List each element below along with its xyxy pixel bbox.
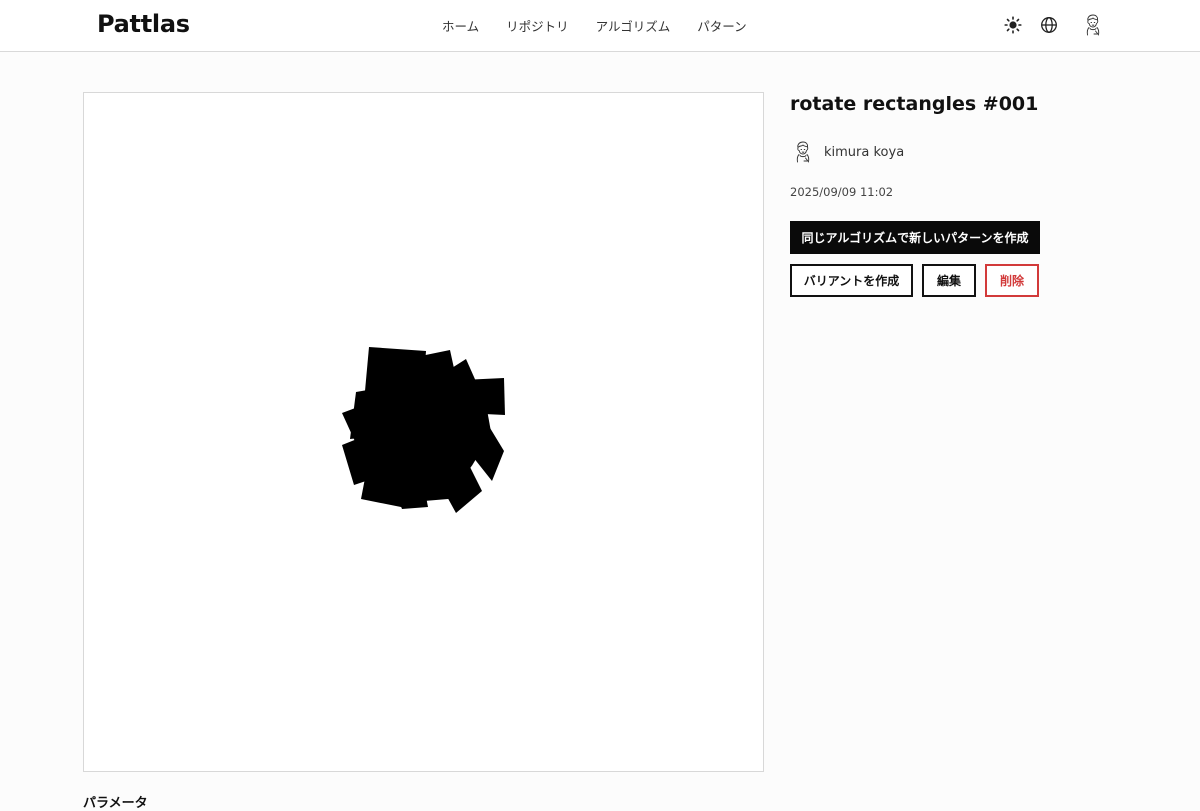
top-header: Pattlas ホーム リポジトリ アルゴリズム パターン: [0, 0, 1200, 52]
nav-pattern[interactable]: パターン: [697, 16, 746, 35]
pattern-title: rotate rectangles #001: [790, 93, 1039, 115]
delete-button[interactable]: 削除: [985, 264, 1039, 297]
author-avatar: [796, 141, 810, 163]
author-link[interactable]: kimura koya: [790, 138, 904, 166]
nav-algorithm[interactable]: アルゴリズム: [596, 16, 671, 35]
create-with-same-algorithm-button[interactable]: 同じアルゴリズムで新しいパターンを作成: [790, 221, 1040, 254]
user-menu-button[interactable]: [1080, 12, 1106, 38]
nav-home[interactable]: ホーム: [442, 16, 479, 35]
create-variant-button[interactable]: バリアントを作成: [790, 264, 913, 297]
sun-icon: [1004, 16, 1022, 34]
edit-button[interactable]: 編集: [922, 264, 976, 297]
author-name: kimura koya: [824, 144, 905, 160]
theme-toggle-button[interactable]: [1002, 14, 1024, 36]
pattern-canvas: [83, 92, 764, 772]
user-avatar: [1086, 14, 1100, 36]
nav-repository[interactable]: リポジトリ: [506, 16, 569, 35]
parameters-heading: パラメータ: [83, 796, 148, 811]
pattern-artwork: [342, 347, 505, 513]
main-nav: ホーム リポジトリ アルゴリズム パターン: [442, 16, 747, 35]
site-logo[interactable]: Pattlas: [97, 10, 190, 38]
globe-icon: [1041, 17, 1057, 33]
language-button[interactable]: [1038, 14, 1060, 36]
created-date: 2025/09/09 11:02: [790, 185, 894, 199]
